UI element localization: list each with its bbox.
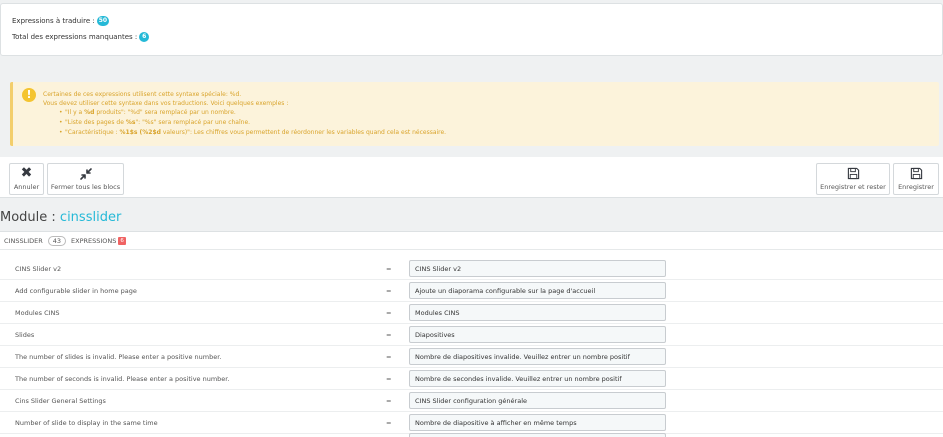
missing-count-badge: 6 [118,237,126,245]
missing-label: Total des expressions manquantes : [12,33,138,41]
equals-sign: = [386,331,392,339]
translation-input[interactable] [409,392,666,409]
translation-input[interactable] [409,260,666,277]
equals-sign: = [386,375,392,383]
equals-sign: = [386,309,392,317]
collapse-label: Fermer tous les blocs [50,183,121,191]
warning-line-2: Vous devez utiliser cette syntaxe dans v… [43,100,289,107]
equals-sign: = [386,353,392,361]
equals-sign: = [386,287,392,295]
translation-input[interactable] [409,304,666,321]
example-text: "Caractéristique : [65,129,120,136]
module-prefix: Module : [0,210,60,225]
floppy-icon [817,164,889,183]
equals-sign: = [386,419,392,427]
compress-icon [48,164,123,183]
source-text: The number of slides is invalid. Please … [15,353,222,361]
source-text: CINS Slider v2 [15,265,62,273]
divider [0,249,943,250]
example-token: %d [84,109,95,116]
warning-example: "Il y a %d produits": "%d" sera remplacé… [59,109,236,116]
cancel-button[interactable]: ✖ Annuler [9,163,44,195]
warning-line-1: Certaines de ces expressions utilisent c… [43,91,242,98]
translation-row: Slides = [0,324,943,346]
translation-input[interactable] [409,326,666,343]
translation-row: CINS Slider v2 = [0,258,943,280]
source-text: Add configurable slider in home page [15,287,137,295]
expressions-label: EXPRESSIONS [71,237,117,245]
source-text: Number of slide to display in the same t… [15,419,158,427]
example-text: "Liste des pages de [65,119,126,126]
source-text: Modules CINS [15,309,60,317]
warning-example: "Liste des pages de %s": "%s" sera rempl… [59,119,251,126]
translations-panel: CINSSLIDER 43 EXPRESSIONS 6 CINS Slider … [0,231,943,437]
translation-row: The number of seconds is invalid. Please… [0,368,943,390]
missing-badge: 6 [139,32,150,42]
example-text: valeurs)": Les chiffres vous permettent … [160,129,447,136]
translation-row: Modules CINS = [0,302,943,324]
example-text: "Il y a [65,109,85,116]
translation-input[interactable] [409,370,666,387]
exclamation-icon: ! [22,88,36,102]
translation-row: Number of slide to display in the same t… [0,412,943,434]
equals-sign: = [386,265,392,273]
to-translate-stat: Expressions à traduire : 50 [12,16,110,26]
translation-row: Add configurable slider in home page = [0,280,943,302]
close-icon: ✖ [20,165,33,181]
cancel-label: Annuler [13,183,40,191]
warning-example: "Caractéristique : %1$s (%2$d valeurs)":… [59,129,447,136]
translation-row: Cins Slider General Settings = [0,390,943,412]
save-and-stay-label: Enregistrer et rester [820,183,886,191]
example-token: %1$s (%2$d [119,129,161,136]
syntax-warning: ! Certaines de ces expressions utilisent… [10,82,939,146]
stats-panel: Expressions à traduire : 50 Total des ex… [0,3,943,56]
source-text: The number of seconds is invalid. Please… [15,375,230,383]
equals-sign: = [386,397,392,405]
translation-input[interactable] [409,282,666,299]
source-text: Cins Slider General Settings [15,397,106,405]
collapse-all-button[interactable]: Fermer tous les blocs [47,163,124,195]
example-text: produits": "%d" sera remplacé par un nom… [94,109,236,116]
example-text: ": "%s" sera remplacé par une chaîne. [135,119,251,126]
module-name: cinsslider [59,210,122,225]
translation-input-partial[interactable] [409,433,666,437]
missing-stat: Total des expressions manquantes : 6 [12,32,150,42]
floppy-icon [894,164,938,183]
module-tab-label: CINSSLIDER [4,237,43,245]
source-text: Slides [15,331,35,339]
translation-input[interactable] [409,414,666,431]
toolbar: ✖ Annuler Fermer tous les blocs Enregist… [0,157,943,198]
save-button[interactable]: Enregistrer [893,163,939,195]
translation-row: The number of slides is invalid. Please … [0,346,943,368]
expressions-count-badge: 43 [47,236,67,246]
save-label: Enregistrer [898,183,934,191]
to-translate-badge: 50 [96,16,110,26]
to-translate-label: Expressions à traduire : [12,17,95,25]
example-token: %s [125,119,136,126]
module-title: Module : cinsslider [0,210,121,225]
save-and-stay-button[interactable]: Enregistrer et rester [816,163,890,195]
module-tab[interactable]: CINSSLIDER 43 EXPRESSIONS 6 [4,236,126,246]
translation-input[interactable] [409,348,666,365]
